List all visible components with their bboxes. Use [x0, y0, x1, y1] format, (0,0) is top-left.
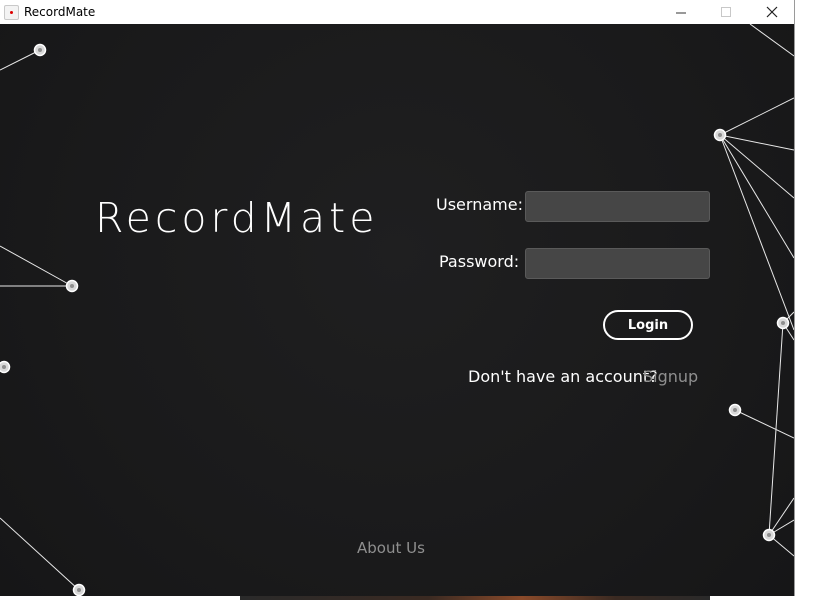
password-input[interactable]	[525, 248, 710, 279]
window-title: RecordMate	[24, 5, 96, 19]
app-window: RecordMate RecordMate Username: Password…	[0, 0, 794, 596]
network-node-core	[718, 133, 722, 137]
title-bar[interactable]: RecordMate	[0, 0, 794, 24]
maximize-icon	[721, 6, 731, 17]
signup-link[interactable]: Signup	[643, 367, 698, 386]
network-line	[719, 134, 794, 151]
network-line	[719, 134, 794, 259]
network-line	[768, 497, 794, 536]
username-input[interactable]	[525, 191, 710, 222]
signup-prompt: Don't have an account?	[468, 367, 658, 386]
window-controls	[659, 0, 794, 24]
app-brand-title: RecordMate	[95, 194, 379, 242]
network-line	[719, 97, 794, 136]
network-line	[0, 517, 80, 591]
app-icon	[4, 4, 19, 20]
network-line	[734, 409, 794, 439]
desktop-peek	[240, 596, 710, 600]
maximize-button[interactable]	[704, 0, 749, 24]
login-button[interactable]: Login	[603, 310, 693, 340]
about-us-link[interactable]: About Us	[357, 539, 425, 557]
username-label: Username:	[436, 195, 523, 214]
network-line	[749, 24, 794, 57]
close-button[interactable]	[749, 0, 794, 24]
network-line	[719, 134, 794, 331]
network-line	[0, 49, 41, 71]
network-node-core	[733, 408, 737, 412]
close-icon	[766, 6, 777, 18]
minimize-button[interactable]	[659, 0, 704, 24]
network-node-core	[767, 533, 771, 537]
password-label: Password:	[439, 252, 520, 271]
network-node-core	[70, 284, 74, 288]
network-line	[0, 245, 73, 287]
network-line	[719, 134, 794, 199]
network-node-core	[781, 321, 785, 325]
network-node-core	[2, 365, 6, 369]
minimize-icon	[676, 12, 686, 13]
desktop-background-strip	[0, 596, 834, 600]
network-node-core	[38, 48, 42, 52]
network-node-core	[77, 588, 81, 592]
